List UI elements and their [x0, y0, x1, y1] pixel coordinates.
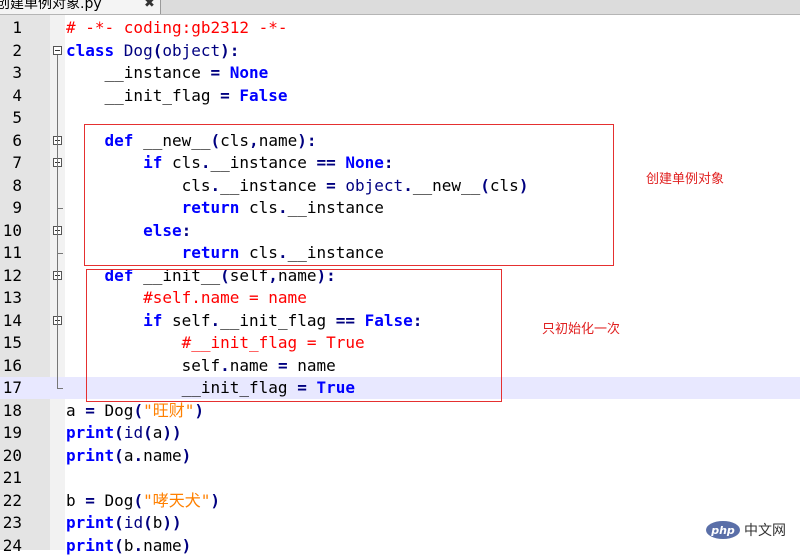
code-line[interactable]: 4 __init_flag = False	[0, 85, 800, 107]
init-method-highlight-box	[86, 269, 502, 402]
line-number: 3	[12, 63, 22, 82]
line-number: 18	[2, 400, 22, 420]
close-icon[interactable]: ✖	[144, 0, 155, 12]
line-number: 23	[2, 513, 22, 532]
line-number: 4	[12, 85, 22, 105]
watermark-text: 中文网	[744, 523, 786, 539]
line-number: 14	[2, 310, 22, 330]
line-number: 21	[2, 468, 22, 487]
code-text: a = Dog("旺财")	[66, 400, 204, 420]
line-number: 16	[2, 355, 22, 375]
code-text: b = Dog("哮天犬")	[66, 490, 220, 510]
code-line[interactable]: 18 a = Dog("旺财")	[0, 400, 800, 422]
code-line[interactable]: 1 # -*- coding:gb2312 -*-	[0, 17, 800, 39]
line-number: 24	[2, 535, 22, 555]
code-text: print(id(b))	[66, 513, 182, 532]
tab-bar: 创建单例对象.py ✖	[0, 0, 800, 15]
fold-guide-line	[57, 54, 58, 388]
fold-end-marker	[57, 208, 63, 209]
line-number: 5	[12, 108, 22, 127]
line-number: 8	[12, 175, 22, 195]
line-number: 9	[12, 198, 22, 217]
line-number: 13	[2, 288, 22, 307]
line-number: 1	[12, 18, 22, 37]
fold-toggle-icon[interactable]	[53, 45, 62, 55]
line-number: 15	[2, 333, 22, 352]
code-line[interactable]: 21	[0, 467, 800, 489]
line-number: 22	[2, 490, 22, 510]
code-line[interactable]: 3 __instance = None	[0, 62, 800, 84]
line-number: 17	[2, 378, 22, 397]
code-line[interactable]: 19 print(id(a))	[0, 422, 800, 444]
code-line[interactable]: 23 print(id(b))	[0, 512, 800, 534]
new-method-highlight-box	[84, 124, 614, 266]
line-number: 7	[12, 153, 22, 172]
line-number: 10	[2, 220, 22, 240]
code-text: print(b.name)	[66, 535, 192, 555]
fold-end-marker	[57, 253, 63, 254]
code-text: print(id(a))	[66, 423, 182, 442]
code-line[interactable]: 2 class Dog(object):	[0, 40, 800, 62]
code-line[interactable]: 20 print(a.name)	[0, 445, 800, 467]
line-number: 6	[12, 130, 22, 150]
watermark: php 中文网	[706, 518, 796, 542]
php-logo: php	[706, 521, 740, 539]
line-number: 20	[2, 445, 22, 465]
line-number: 12	[2, 265, 22, 285]
file-tab[interactable]: 创建单例对象.py ✖	[0, 0, 161, 14]
code-text: __init_flag = False	[66, 85, 288, 105]
code-text: print(a.name)	[66, 445, 192, 465]
line-number: 11	[2, 243, 22, 262]
line-number: 19	[2, 423, 22, 442]
code-line[interactable]: 24 print(b.name)	[0, 535, 800, 557]
code-line[interactable]: 22 b = Dog("哮天犬")	[0, 490, 800, 512]
code-text: __instance = None	[66, 63, 269, 82]
code-text: # -*- coding:gb2312 -*-	[66, 18, 288, 37]
new-method-annotation: 创建单例对象	[646, 172, 725, 187]
file-tab-label: 创建单例对象.py	[0, 0, 102, 12]
fold-end-marker	[57, 388, 63, 389]
line-number: 2	[12, 40, 22, 60]
init-method-annotation: 只初始化一次	[542, 322, 621, 337]
code-text: class Dog(object):	[66, 40, 240, 60]
